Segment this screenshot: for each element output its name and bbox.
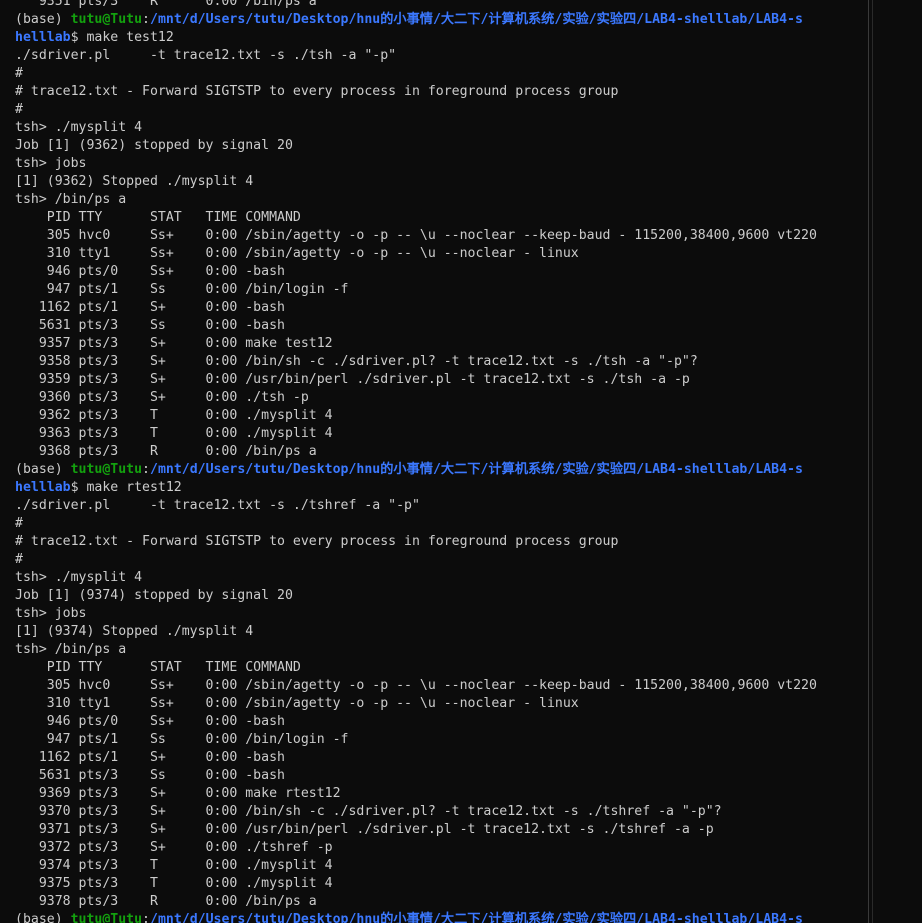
output-line: tsh> ./mysplit 4 (15, 120, 143, 135)
output-line: 1162 pts/1 S+ 0:00 -bash (15, 750, 285, 765)
output-line: ./sdriver.pl -t trace12.txt -s ./tshref … (15, 498, 420, 513)
scrollbar[interactable] (908, 0, 922, 923)
prompt-separator: : (142, 12, 150, 27)
command-text: make rtest12 (86, 480, 182, 495)
output-line: Job [1] (9362) stopped by signal 20 (15, 138, 293, 153)
prompt-dollar: $ (70, 480, 87, 495)
output-line: 9368 pts/3 R 0:00 /bin/ps a (15, 444, 317, 459)
prompt-env: (base) (15, 12, 71, 27)
output-line: 305 hvc0 Ss+ 0:00 /sbin/agetty -o -p -- … (15, 228, 817, 243)
command-line: helllab$ make rtest12 (15, 479, 860, 497)
prompt-user: tutu@Tutu (70, 462, 143, 477)
output-line: 310 tty1 Ss+ 0:00 /sbin/agetty -o -p -- … (15, 246, 579, 261)
output-line: 305 hvc0 Ss+ 0:00 /sbin/agetty -o -p -- … (15, 678, 817, 693)
pane-divider-secondary (872, 0, 873, 923)
output-line: 9375 pts/3 T 0:00 ./mysplit 4 (15, 876, 333, 891)
command-line: helllab$ make test12 (15, 29, 860, 47)
output-line: 9371 pts/3 S+ 0:00 /usr/bin/perl ./sdriv… (15, 822, 714, 837)
output-line: ./sdriver.pl -t trace12.txt -s ./tsh -a … (15, 48, 397, 63)
output-line: 9359 pts/3 S+ 0:00 /usr/bin/perl ./sdriv… (15, 372, 690, 387)
prompt-env: (base) (15, 462, 71, 477)
output-line: # (15, 516, 23, 531)
terminal-output: 9351 pts/3 R 0:00 /bin/ps a (base) tutu@T… (15, 0, 860, 923)
output-line: 946 pts/0 Ss+ 0:00 -bash (15, 264, 285, 279)
output-line: 9351 pts/3 R 0:00 /bin/ps a (15, 0, 317, 9)
terminal-window[interactable]: 9351 pts/3 R 0:00 /bin/ps a (base) tutu@T… (0, 0, 922, 923)
output-line: # (15, 102, 23, 117)
output-line: # (15, 552, 23, 567)
output-line: tsh> ./mysplit 4 (15, 570, 143, 585)
prompt-line: (base) tutu@Tutu:/mnt/d/Users/tutu/Deskt… (15, 461, 860, 479)
output-line: # trace12.txt - Forward SIGTSTP to every… (15, 84, 619, 99)
output-line: [1] (9362) Stopped ./mysplit 4 (15, 174, 254, 189)
output-line: 946 pts/0 Ss+ 0:00 -bash (15, 714, 285, 729)
prompt-path: /mnt/d/Users/tutu/Desktop/hnu的小事情/大二下/计算… (150, 12, 803, 27)
output-line: 9374 pts/3 T 0:00 ./mysplit 4 (15, 858, 333, 873)
output-line: 9370 pts/3 S+ 0:00 /bin/sh -c ./sdriver.… (15, 804, 722, 819)
prompt-path-continued: helllab (15, 480, 71, 495)
output-line: 947 pts/1 Ss 0:00 /bin/login -f (15, 282, 349, 297)
prompt-separator: : (142, 912, 150, 923)
output-line: # (15, 66, 23, 81)
output-line: [1] (9374) Stopped ./mysplit 4 (15, 624, 254, 639)
output-line: 5631 pts/3 Ss 0:00 -bash (15, 768, 285, 783)
output-line: PID TTY STAT TIME COMMAND (15, 210, 301, 225)
output-line: 5631 pts/3 Ss 0:00 -bash (15, 318, 285, 333)
output-line: 9363 pts/3 T 0:00 ./mysplit 4 (15, 426, 333, 441)
command-text: make test12 (86, 30, 174, 45)
prompt-env: (base) (15, 912, 71, 923)
prompt-dollar: $ (70, 30, 87, 45)
output-line: 9360 pts/3 S+ 0:00 ./tsh -p (15, 390, 309, 405)
pane-divider (868, 0, 869, 923)
output-line: # trace12.txt - Forward SIGTSTP to every… (15, 534, 619, 549)
output-line: Job [1] (9374) stopped by signal 20 (15, 588, 293, 603)
prompt-user: tutu@Tutu (70, 912, 143, 923)
prompt-user: tutu@Tutu (70, 12, 143, 27)
prompt-path: /mnt/d/Users/tutu/Desktop/hnu的小事情/大二下/计算… (150, 462, 803, 477)
output-line: 9369 pts/3 S+ 0:00 make rtest12 (15, 786, 341, 801)
prompt-path-continued: helllab (15, 30, 71, 45)
prompt-separator: : (142, 462, 150, 477)
output-line: 310 tty1 Ss+ 0:00 /sbin/agetty -o -p -- … (15, 696, 579, 711)
prompt-line: (base) tutu@Tutu:/mnt/d/Users/tutu/Deskt… (15, 11, 860, 29)
output-line: 9372 pts/3 S+ 0:00 ./tshref -p (15, 840, 333, 855)
output-line: 9378 pts/3 R 0:00 /bin/ps a (15, 894, 317, 909)
output-line: 1162 pts/1 S+ 0:00 -bash (15, 300, 285, 315)
output-line: tsh> /bin/ps a (15, 192, 127, 207)
output-line: 9358 pts/3 S+ 0:00 /bin/sh -c ./sdriver.… (15, 354, 698, 369)
output-line: 947 pts/1 Ss 0:00 /bin/login -f (15, 732, 349, 747)
prompt-line: (base) tutu@Tutu:/mnt/d/Users/tutu/Deskt… (15, 911, 860, 923)
output-line: PID TTY STAT TIME COMMAND (15, 660, 301, 675)
output-line: tsh> jobs (15, 606, 87, 621)
output-line: tsh> jobs (15, 156, 87, 171)
output-line: 9362 pts/3 T 0:00 ./mysplit 4 (15, 408, 333, 423)
prompt-path: /mnt/d/Users/tutu/Desktop/hnu的小事情/大二下/计算… (150, 912, 803, 923)
output-line: tsh> /bin/ps a (15, 642, 127, 657)
output-line: 9357 pts/3 S+ 0:00 make test12 (15, 336, 333, 351)
